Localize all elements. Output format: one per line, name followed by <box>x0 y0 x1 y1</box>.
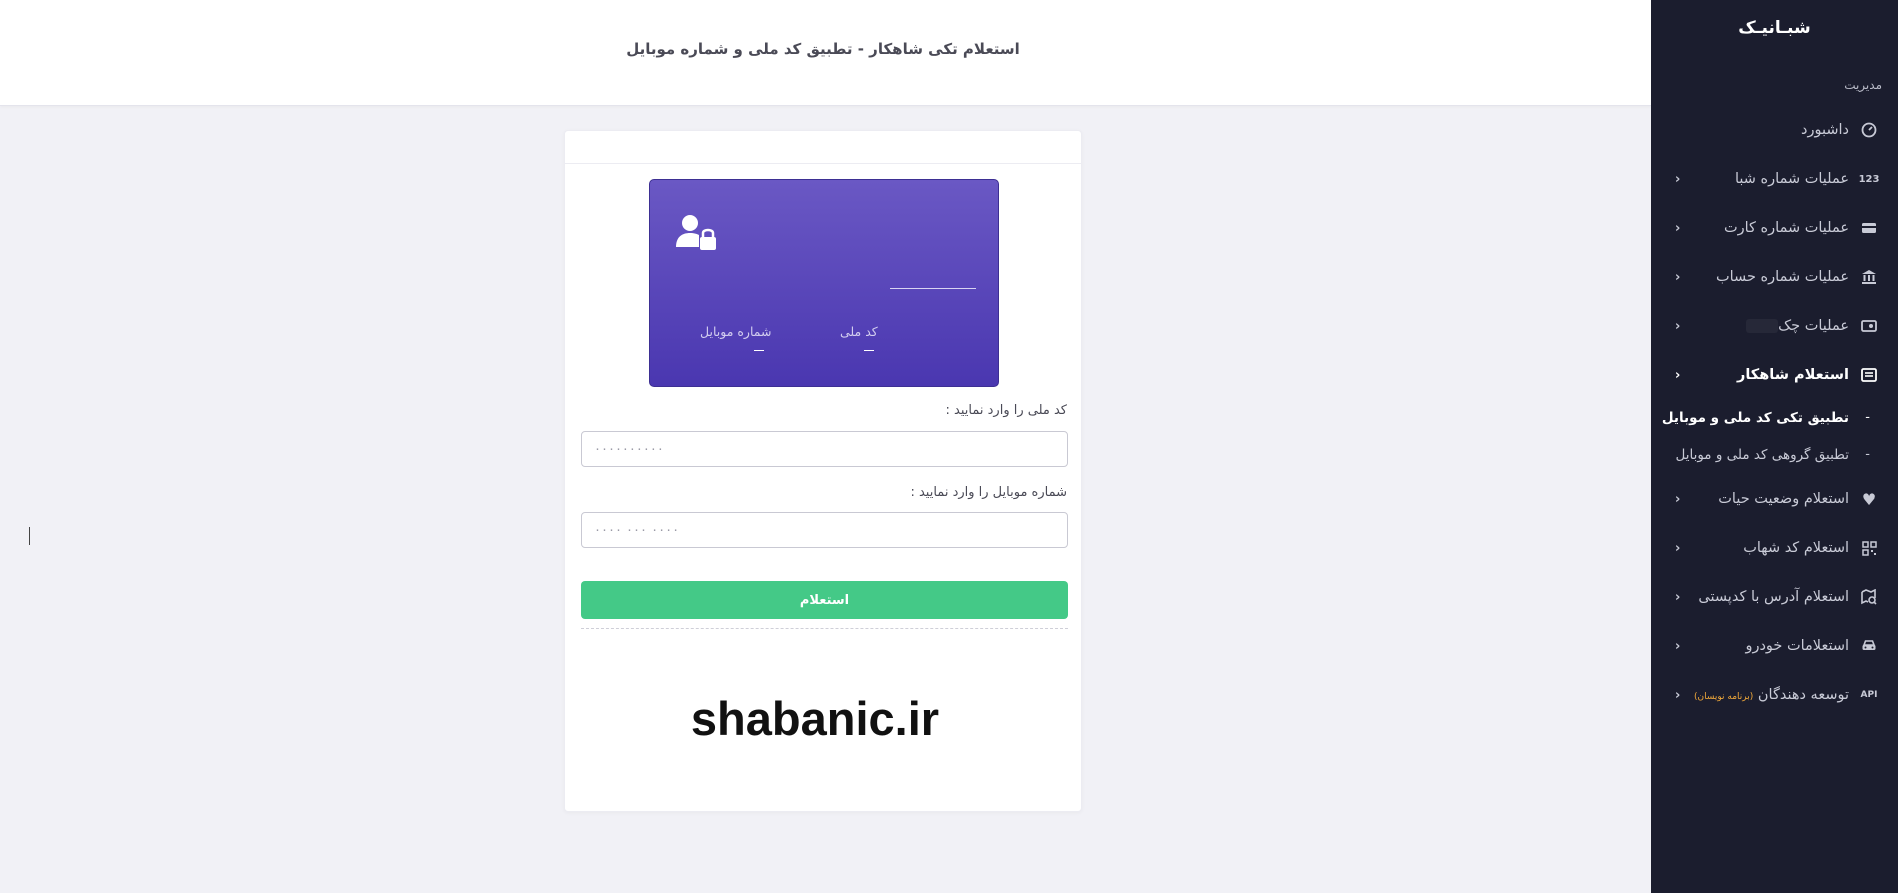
chevron-icon: › <box>1675 367 1681 383</box>
sidebar-subitem-label: تطبیق گروهی کد ملی و موبایل <box>1675 447 1849 463</box>
chevron-icon: › <box>1675 269 1681 285</box>
map-search-icon <box>1860 588 1878 606</box>
sidebar-subitem-single-match[interactable]: - تطبیق تکی کد ملی و موبایل <box>1651 405 1898 433</box>
list-icon <box>1860 366 1878 384</box>
top-header: استعلام تکی شاهکار - تطبیق کد ملی و شمار… <box>0 0 1651 106</box>
sidebar-item-label: استعلام کد شهاب <box>1743 540 1849 556</box>
card-mobile-value <box>754 350 764 351</box>
gauge-icon <box>1860 121 1878 139</box>
mobile-label: شماره موبایل را وارد نمایید : <box>910 485 1067 500</box>
sidebar-item-account[interactable]: عملیات شماره حساب › <box>1651 260 1898 294</box>
sidebar-subitem-label: تطبیق تکی کد ملی و موبایل <box>1661 410 1849 426</box>
dash-icon: - <box>1865 447 1870 462</box>
heart-icon: ♥ <box>1861 489 1877 509</box>
sidebar-item-label: توسعه دهندگان (برنامه نویسان) <box>1693 687 1849 703</box>
sidebar-item-label: عملیات شماره شبا <box>1735 171 1849 187</box>
mobile-input[interactable] <box>581 512 1068 548</box>
sidebar-item-sheba[interactable]: 123 عملیات شماره شبا › <box>1651 162 1898 196</box>
sidebar-item-shahab[interactable]: استعلام کد شهاب › <box>1651 531 1898 565</box>
card-national-code-label: کد ملی <box>840 324 878 339</box>
sidebar-item-postal-address[interactable]: استعلام آدرس با کدپستی › <box>1651 580 1898 614</box>
brand-logo[interactable]: شبـانیـک <box>1651 18 1898 38</box>
national-code-label: کد ملی را وارد نمایید : <box>945 403 1067 418</box>
chevron-icon: › <box>1675 491 1681 507</box>
page-title: استعلام تکی شاهکار - تطبیق کد ملی و شمار… <box>626 40 1020 58</box>
sidebar-subitem-group-match[interactable]: - تطبیق گروهی کد ملی و موبایل <box>1651 442 1898 470</box>
sidebar-item-vehicle[interactable]: استعلامات خودرو › <box>1651 629 1898 663</box>
car-icon <box>1860 637 1878 655</box>
123-icon: 123 <box>1858 173 1880 185</box>
sidebar-item-label: استعلام وضعیت حیات <box>1718 491 1849 507</box>
card-header <box>565 131 1081 164</box>
sidebar-item-label: استعلام شاهکار <box>1737 367 1849 383</box>
developers-badge: (برنامه نویسان) <box>1693 692 1754 702</box>
qr-icon <box>1860 539 1878 557</box>
chevron-icon: › <box>1675 540 1681 556</box>
chevron-icon: › <box>1675 318 1681 334</box>
chevron-icon: › <box>1675 638 1681 654</box>
sidebar-item-label: عملیات شماره حساب <box>1715 269 1849 285</box>
watermark: shabanic.ir <box>690 692 940 745</box>
sidebar-item-life-status[interactable]: ♥ استعلام وضعیت حیات › <box>1651 482 1898 516</box>
sidebar-item-label: عملیات چک <box>1740 318 1849 334</box>
chevron-icon: › <box>1675 687 1681 703</box>
card-mobile-label: شماره موبایل <box>700 324 772 339</box>
sidebar-item-shahkar[interactable]: استعلام شاهکار › <box>1651 358 1898 392</box>
cheque-icon <box>1860 317 1878 335</box>
sidebar-item-card[interactable]: عملیات شماره کارت › <box>1651 211 1898 245</box>
chevron-icon: › <box>1675 171 1681 187</box>
sidebar-item-cheque[interactable]: عملیات چک › <box>1651 309 1898 343</box>
card-national-code-value <box>864 350 874 351</box>
api-icon: API <box>1860 690 1878 700</box>
inquiry-card: شماره موبایل کد ملی کد ملی را وارد نمایی… <box>564 130 1082 812</box>
sidebar-item-label: استعلام آدرس با کدپستی <box>1698 589 1849 605</box>
inquiry-submit-button[interactable]: استعلام <box>581 581 1068 619</box>
chevron-icon: › <box>1675 220 1681 236</box>
credit-card-icon <box>1860 219 1878 237</box>
user-lock-icon <box>676 215 716 250</box>
national-code-input[interactable] <box>581 431 1068 467</box>
sidebar-item-label: عملیات شماره کارت <box>1723 220 1849 236</box>
id-card-preview: شماره موبایل کد ملی <box>649 179 999 387</box>
dash-icon: - <box>1865 410 1870 425</box>
text-cursor <box>29 527 30 545</box>
card-name-line <box>890 288 976 289</box>
bank-icon <box>1860 268 1878 286</box>
sidebar-item-label: داشبورد <box>1801 122 1849 138</box>
sidebar: شبـانیـک مدیریت داشبورد 123 عملیات شماره… <box>1651 0 1898 893</box>
sidebar-item-label: استعلامات خودرو <box>1745 638 1849 654</box>
blurred-badge <box>1746 319 1779 333</box>
chevron-icon: › <box>1675 589 1681 605</box>
divider <box>581 628 1068 629</box>
sidebar-item-developers[interactable]: API توسعه دهندگان (برنامه نویسان) › <box>1651 678 1898 712</box>
sidebar-item-dashboard[interactable]: داشبورد <box>1651 113 1898 147</box>
section-title: مدیریت <box>1844 78 1882 92</box>
